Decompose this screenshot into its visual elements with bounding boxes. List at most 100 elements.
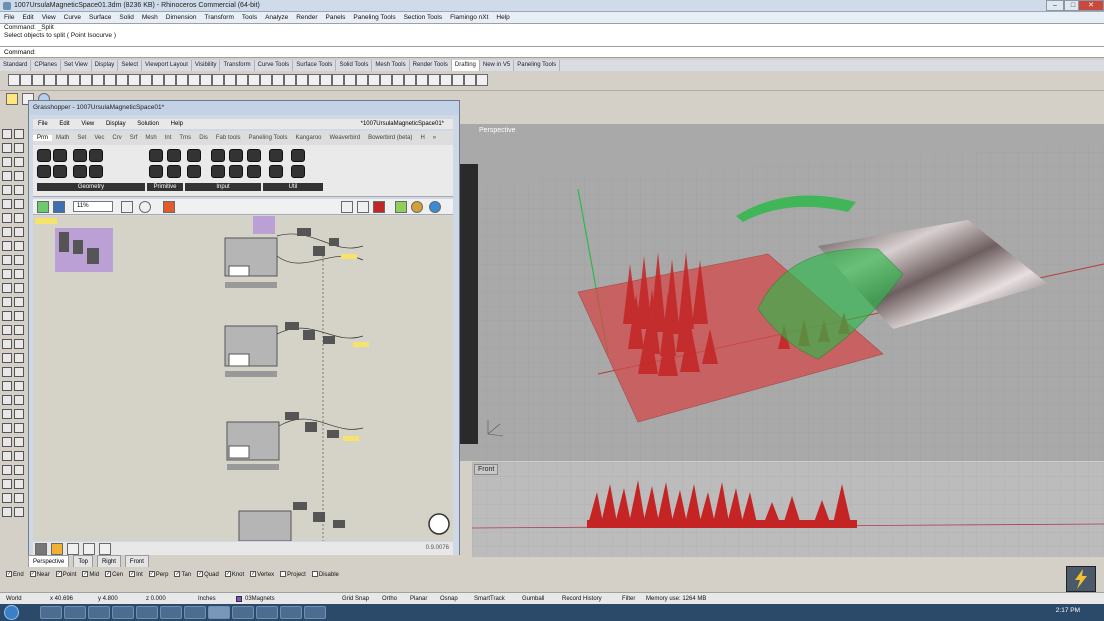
left-tool-icon[interactable]	[2, 199, 12, 209]
perspective-viewport[interactable]: Perspective	[458, 124, 1104, 461]
left-tool-icon[interactable]	[2, 395, 12, 405]
menu-flamingo-nxt[interactable]: Flamingo nXt	[446, 12, 492, 23]
osnap-checkbox[interactable]: ✓	[129, 571, 136, 578]
gh-tab-vec[interactable]: Vec	[90, 135, 108, 141]
gh-component-icon[interactable]	[53, 149, 67, 162]
left-tool-icon[interactable]	[14, 465, 24, 475]
gh-component-icon[interactable]	[211, 165, 225, 178]
menu-view[interactable]: View	[38, 12, 60, 23]
gh-tab-set[interactable]: Set	[73, 135, 90, 141]
taskbar-explorer-icon[interactable]	[64, 606, 86, 619]
toolbar-tab-standard[interactable]: Standard	[0, 60, 32, 71]
rhino-tool-icon[interactable]	[140, 74, 152, 86]
menu-transform[interactable]: Transform	[201, 12, 238, 23]
toolbar-tab-drafting[interactable]: Drafting	[451, 60, 480, 71]
taskbar-app-icon-5[interactable]	[280, 606, 302, 619]
left-tool-icon[interactable]	[14, 199, 24, 209]
gh-component-icon[interactable]	[269, 165, 283, 178]
gh-menu-edit[interactable]: Edit	[54, 121, 74, 127]
osnap-checkbox[interactable]: ✓	[6, 571, 12, 578]
osnap-end[interactable]: ✓ End	[6, 567, 24, 584]
left-tool-icon[interactable]	[14, 437, 24, 447]
left-tool-icon[interactable]	[2, 227, 12, 237]
taskbar-app-icon-4[interactable]	[256, 606, 278, 619]
menu-section-tools[interactable]: Section Tools	[400, 12, 447, 23]
gh-component-icon[interactable]	[247, 165, 261, 178]
gh-component-icon[interactable]	[229, 149, 243, 162]
left-tool-icon[interactable]	[14, 255, 24, 265]
grasshopper-launch-icon[interactable]	[6, 93, 18, 105]
toolbar-tab-select[interactable]: Select	[118, 60, 142, 71]
osnap-point[interactable]: ✓ Point	[55, 567, 76, 584]
rhino-tool-icon[interactable]	[200, 74, 212, 86]
osnap-mid[interactable]: ✓ Mid	[82, 567, 99, 584]
left-tool-icon[interactable]	[2, 479, 12, 489]
rhino-tool-icon[interactable]	[344, 74, 356, 86]
osnap-checkbox[interactable]: ✓	[174, 571, 181, 578]
osnap-checkbox[interactable]: ✓	[29, 571, 36, 578]
gh-component-icon[interactable]	[291, 165, 305, 178]
rhino-tool-icon[interactable]	[188, 74, 200, 86]
menu-solid[interactable]: Solid	[115, 12, 137, 23]
gh-tab-weaverbird[interactable]: Weaverbird	[326, 135, 365, 141]
rhino-tool-icon[interactable]	[128, 74, 140, 86]
toolbar-tab-paneling-tools[interactable]: Paneling Tools	[514, 60, 561, 71]
taskbar-ie-icon[interactable]	[40, 606, 62, 619]
left-tool-icon[interactable]	[2, 493, 12, 503]
gh-component-icon[interactable]	[37, 149, 51, 162]
left-tool-icon[interactable]	[2, 367, 12, 377]
gh-tab-prm[interactable]: Prm	[33, 135, 52, 141]
left-tool-icon[interactable]	[2, 255, 12, 265]
osnap-checkbox[interactable]: ✓	[197, 571, 204, 578]
gh-component-icon[interactable]	[89, 165, 103, 178]
osnap-checkbox[interactable]: ✓	[105, 571, 112, 578]
front-viewport-label[interactable]: Front	[474, 464, 499, 475]
left-tool-icon[interactable]	[14, 283, 24, 293]
toolbar-tab-visibility[interactable]: Visibility	[192, 60, 221, 71]
osnap-checkbox[interactable]: ✓	[250, 571, 257, 578]
rhino-tool-icon[interactable]	[236, 74, 248, 86]
rhino-tool-icon[interactable]	[332, 74, 344, 86]
rhino-tool-icon[interactable]	[308, 74, 320, 86]
left-tool-icon[interactable]	[14, 479, 24, 489]
gh-eye-icon[interactable]	[139, 201, 151, 213]
gh-tab-bowerbird-beta[interactable]: Bowerbird (beta)	[364, 135, 416, 141]
osnap-quad[interactable]: ✓ Quad	[197, 567, 219, 584]
gh-open-icon[interactable]	[37, 201, 49, 213]
left-tool-icon[interactable]	[2, 269, 12, 279]
menu-surface[interactable]: Surface	[85, 12, 115, 23]
rhino-tool-icon[interactable]	[260, 74, 272, 86]
left-tool-icon[interactable]	[2, 129, 12, 139]
gh-bake-icon[interactable]	[395, 201, 407, 213]
osnap-project[interactable]: Project	[280, 567, 306, 584]
left-tool-icon[interactable]	[14, 185, 24, 195]
left-tool-icon[interactable]	[2, 381, 12, 391]
gh-status-icon-1[interactable]	[35, 543, 47, 555]
gh-tab-paneling-tools[interactable]: Paneling Tools	[245, 135, 292, 141]
left-tool-icon[interactable]	[14, 227, 24, 237]
gh-component-icon[interactable]	[291, 149, 305, 162]
menu-tools[interactable]: Tools	[238, 12, 261, 23]
rhino-tool-icon[interactable]	[380, 74, 392, 86]
rhino-tool-icon[interactable]	[116, 74, 128, 86]
menu-curve[interactable]: Curve	[60, 12, 85, 23]
left-tool-icon[interactable]	[14, 269, 24, 279]
osnap-checkbox[interactable]: ✓	[148, 571, 155, 578]
gh-zoom-extents-icon[interactable]	[121, 201, 133, 213]
gh-tab-msh[interactable]: Msh	[141, 135, 160, 141]
left-tool-icon[interactable]	[2, 311, 12, 321]
left-tool-icon[interactable]	[14, 493, 24, 503]
left-tool-icon[interactable]	[2, 143, 12, 153]
gh-tab-fab-tools[interactable]: Fab tools	[212, 135, 245, 141]
left-tool-icon[interactable]	[2, 185, 12, 195]
gh-preview-selected-icon[interactable]	[373, 201, 385, 213]
gh-tab-h[interactable]: H	[416, 135, 428, 141]
gh-status-icon-2[interactable]	[51, 543, 63, 555]
rhino-tool-icon[interactable]	[56, 74, 68, 86]
gh-status-icon-4[interactable]	[83, 543, 95, 555]
left-tool-icon[interactable]	[14, 129, 24, 139]
taskbar-app-icon-6[interactable]	[304, 606, 326, 619]
gh-menu-solution[interactable]: Solution	[132, 121, 164, 127]
toolbar-tab-render-tools[interactable]: Render Tools	[410, 60, 452, 71]
menu-panels[interactable]: Panels	[322, 12, 350, 23]
